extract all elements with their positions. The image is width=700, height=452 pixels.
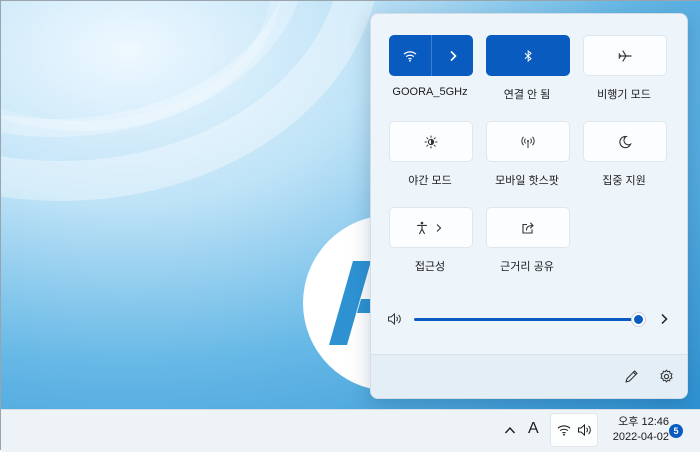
focus-assist-label: 집중 지원: [602, 175, 646, 187]
volume-slider-track[interactable]: [414, 318, 639, 321]
quick-settings-panel: GOORA_5GHz 연결 안 됨 비행기 모드 야간 모드 모바일 핫스팟 집…: [370, 13, 688, 399]
accessibility-icon: [416, 221, 442, 234]
airplane-icon: [618, 49, 632, 62]
bluetooth-tile[interactable]: [486, 35, 570, 76]
mobile-hotspot-tile[interactable]: [486, 121, 570, 162]
focus-assist-tile[interactable]: [583, 121, 667, 162]
accessibility-tile[interactable]: [389, 207, 473, 248]
wifi-toggle[interactable]: [389, 35, 431, 76]
chevron-right-icon[interactable]: [659, 313, 669, 325]
airplane-mode-tile[interactable]: [583, 35, 667, 76]
nearby-share-label: 근거리 공유: [500, 261, 554, 273]
mobile-hotspot-label: 모바일 핫스팟: [495, 175, 559, 187]
accessibility-label: 접근성: [414, 261, 446, 273]
wifi-icon: [403, 50, 417, 62]
taskbar-clock[interactable]: 오후 12:46 2022-04-02: [599, 415, 669, 445]
chevron-right-icon: [449, 50, 457, 61]
pencil-icon[interactable]: [624, 369, 639, 384]
hotspot-icon: [521, 135, 535, 148]
night-light-label: 야간 모드: [408, 175, 452, 187]
system-tray-network-volume[interactable]: [550, 413, 598, 447]
clock-time: 오후 12:46: [618, 416, 669, 428]
share-icon: [522, 221, 534, 234]
speaker-icon[interactable]: [387, 312, 403, 326]
night-light-tile[interactable]: [389, 121, 473, 162]
wifi-icon: [557, 425, 571, 436]
bluetooth-icon: [524, 49, 532, 62]
volume-slider-thumb[interactable]: [632, 313, 645, 326]
moon-icon: [619, 135, 632, 148]
nearby-share-tile[interactable]: [486, 207, 570, 248]
ime-indicator[interactable]: A: [528, 420, 539, 438]
bluetooth-label: 연결 안 됨: [503, 89, 551, 101]
taskbar: A 오후 12:46 2022-04-02 5: [1, 409, 700, 452]
wifi-tile[interactable]: [389, 35, 473, 76]
airplane-mode-label: 비행기 모드: [597, 89, 651, 101]
brightness-icon: [424, 135, 438, 148]
settings-gear-icon[interactable]: [659, 369, 674, 384]
speaker-icon: [578, 423, 591, 437]
quick-settings-footer: [371, 354, 687, 398]
wifi-label: GOORA_5GHz: [392, 86, 468, 98]
clock-date: 2022-04-02: [612, 431, 669, 443]
wifi-expand-button[interactable]: [432, 35, 473, 76]
chevron-up-icon[interactable]: [504, 425, 516, 435]
notification-badge[interactable]: 5: [669, 424, 683, 438]
